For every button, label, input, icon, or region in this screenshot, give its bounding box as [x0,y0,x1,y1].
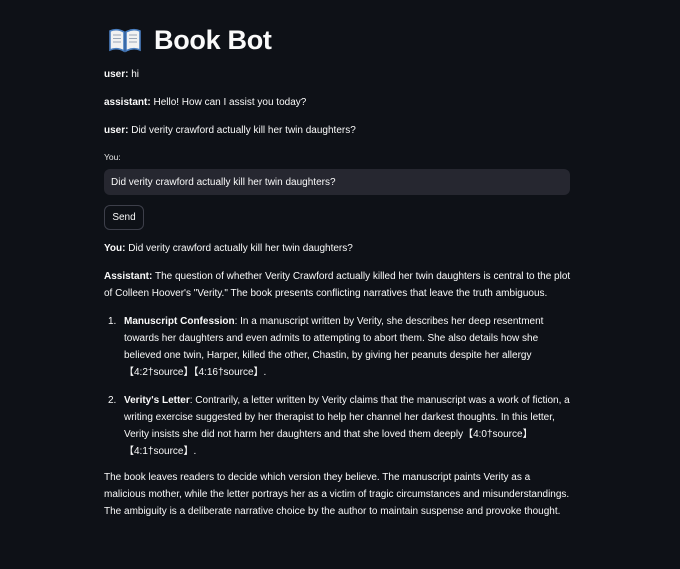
input-label: You: [104,152,121,162]
title-row: Book Bot [104,22,272,58]
list-item-body: Verity's Letter: Contrarily, a letter wr… [124,392,572,460]
response-you-label: You: [104,243,126,254]
chat-input-field[interactable]: Did verity crawford actually kill her tw… [104,169,570,195]
assistant-intro: Assistant: The question of whether Verit… [104,268,574,302]
send-button[interactable]: Send [104,205,144,230]
response-you-text: Did verity crawford actually kill her tw… [125,243,353,254]
message-role: user: [104,69,129,80]
list-item-number: 2. [108,395,117,406]
message-text: Hello! How can I assist you today? [150,97,307,108]
chat-message-user: user: Did verity crawford actually kill … [104,122,356,139]
message-role: assistant: [104,97,151,108]
response-question: You: Did verity crawford actually kill h… [104,240,353,257]
list-item-number: 1. [108,316,117,327]
list-item-text: : Contrarily, a letter written by Verity… [124,395,570,457]
chat-message-assistant: assistant: Hello! How can I assist you t… [104,94,306,111]
list-item-body: Manuscript Confession: In a manuscript w… [124,313,572,381]
chat-message-user: user: hi [104,66,139,83]
assistant-conclusion: The book leaves readers to decide which … [104,472,570,517]
message-text: hi [128,69,140,80]
list-item-heading: Manuscript Confession [124,316,235,327]
list-item-heading: Verity's Letter [124,395,190,406]
message-role: user: [104,125,129,136]
response-assistant-label: Assistant: [104,271,153,282]
assistant-intro-text: The question of whether Verity Crawford … [104,271,571,299]
message-text: Did verity crawford actually kill her tw… [128,125,356,136]
open-book-icon [108,26,142,54]
chat-input-value: Did verity crawford actually kill her tw… [111,176,336,188]
page-title: Book Bot [154,24,272,55]
